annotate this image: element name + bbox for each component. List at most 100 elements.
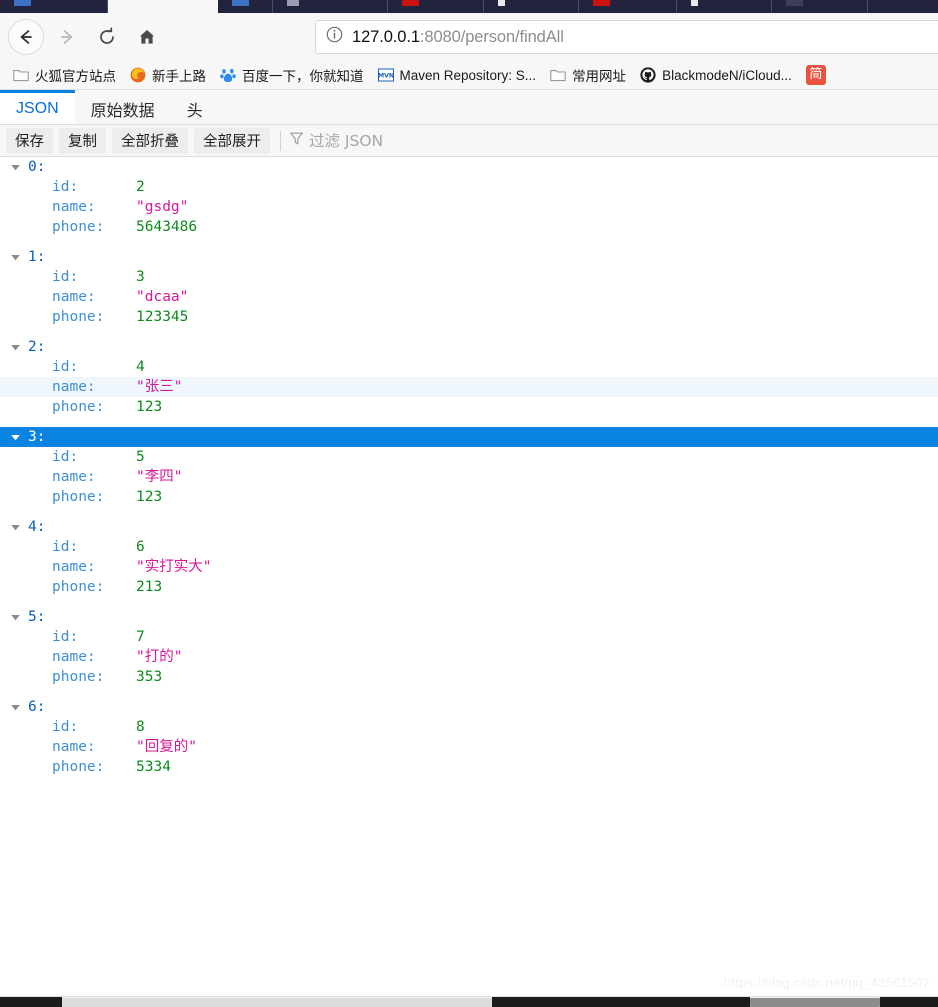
json-property-row[interactable]: id: 6 — [0, 537, 938, 557]
json-viewer-tab-headers[interactable]: 头 — [171, 90, 219, 124]
json-tree-panel[interactable]: 0: id: 2 name: "gsdg" phone: 5643486 1: id: 3 name… — [0, 157, 938, 996]
triangle-down-icon[interactable] — [10, 162, 25, 173]
json-property-row[interactable]: phone: 5334 — [0, 757, 938, 777]
browser-tab[interactable] — [579, 0, 677, 13]
triangle-down-icon[interactable] — [10, 702, 25, 713]
json-property-value: "李四" — [136, 469, 183, 485]
tab-favicon — [593, 0, 610, 6]
json-index-row[interactable]: 2: — [0, 337, 938, 357]
row-spacer — [0, 777, 938, 787]
filter-json-field[interactable] — [289, 131, 938, 151]
browser-tab[interactable] — [772, 0, 868, 13]
triangle-down-icon[interactable] — [10, 522, 25, 533]
json-property-value: 5 — [136, 449, 145, 465]
browser-tab[interactable] — [484, 0, 579, 13]
json-property-row[interactable]: phone: 213 — [0, 577, 938, 597]
info-circle-icon[interactable] — [326, 26, 343, 48]
json-property-row[interactable]: name: "李四" — [0, 467, 938, 487]
json-property-key: name: — [52, 199, 96, 215]
json-property-row[interactable]: phone: 353 — [0, 667, 938, 687]
json-index-label: 6: — [28, 699, 46, 715]
json-property-row[interactable]: id: 5 — [0, 447, 938, 467]
reload-button[interactable] — [90, 20, 124, 54]
browser-tab-strip[interactable] — [0, 0, 938, 13]
json-index-row[interactable]: 3: — [0, 427, 938, 447]
firefox-icon — [130, 67, 146, 83]
json-property-row[interactable]: phone: 123 — [0, 487, 938, 507]
scrollbar-track-end — [880, 997, 938, 1007]
filter-json-input[interactable] — [309, 131, 509, 150]
browser-tab[interactable] — [0, 0, 108, 13]
browser-tab[interactable] — [218, 0, 273, 13]
browser-tab[interactable] — [388, 0, 484, 13]
triangle-down-icon[interactable] — [10, 252, 25, 263]
triangle-down-icon[interactable] — [10, 432, 25, 443]
triangle-down-icon[interactable] — [10, 342, 25, 353]
address-bar-text: 127.0.0.1:8080/person/findAll — [352, 28, 564, 47]
bookmark-item[interactable]: 火狐官方站点 — [8, 64, 121, 86]
json-index-row[interactable]: 4: — [0, 517, 938, 537]
url-path: :8080/person/findAll — [419, 27, 564, 46]
arrow-left-icon — [20, 30, 32, 44]
home-button[interactable] — [130, 20, 164, 54]
browser-navigation-toolbar: 127.0.0.1:8080/person/findAll — [0, 13, 938, 61]
json-property-row[interactable]: name: "gsdg" — [0, 197, 938, 217]
json-property-key: id: — [52, 719, 79, 735]
scrollbar-track-right — [492, 997, 750, 1007]
copy-button[interactable]: 复制 — [59, 127, 106, 154]
browser-tab[interactable] — [273, 0, 388, 13]
bookmark-item[interactable]: BlackmodeN/iCloud... — [635, 64, 797, 86]
json-property-value: 5643486 — [136, 219, 198, 235]
json-index-label: 5: — [28, 609, 46, 625]
json-index-row[interactable]: 1: — [0, 247, 938, 267]
json-property-row[interactable]: name: "张三" — [0, 377, 938, 397]
json-property-row[interactable]: name: "实打实大" — [0, 557, 938, 577]
json-index-label: 2: — [28, 339, 46, 355]
tab-favicon — [14, 0, 31, 6]
expand-all-button[interactable]: 全部展开 — [194, 127, 270, 154]
json-property-value: 6 — [136, 539, 145, 555]
browser-tab[interactable] — [868, 0, 938, 13]
json-property-row[interactable]: phone: 123345 — [0, 307, 938, 327]
row-spacer — [0, 417, 938, 427]
json-viewer-toolbar: 保存 复制 全部折叠 全部展开 — [0, 125, 938, 157]
json-property-row[interactable]: name: "打的" — [0, 647, 938, 667]
json-index-row[interactable]: 0: — [0, 157, 938, 177]
json-property-row[interactable]: id: 4 — [0, 357, 938, 377]
json-property-row[interactable]: phone: 5643486 — [0, 217, 938, 237]
json-index-row[interactable]: 5: — [0, 607, 938, 627]
json-viewer-tab-raw-data[interactable]: 原始数据 — [75, 90, 171, 124]
json-property-key: phone: — [52, 579, 105, 595]
triangle-down-icon[interactable] — [10, 612, 25, 623]
json-property-row[interactable]: phone: 123 — [0, 397, 938, 417]
forward-button[interactable] — [50, 20, 84, 54]
bookmark-item[interactable]: 百度一下，你就知道 — [215, 64, 369, 86]
browser-tab[interactable] — [677, 0, 772, 13]
horizontal-scrollbar[interactable] — [0, 996, 938, 1007]
json-property-row[interactable]: name: "dcaa" — [0, 287, 938, 307]
browser-tab[interactable] — [108, 0, 218, 13]
bookmark-item[interactable]: 常用网址 — [545, 64, 631, 86]
save-button[interactable]: 保存 — [6, 127, 53, 154]
json-viewer-tab-json[interactable]: JSON — [0, 90, 75, 124]
json-property-value: 7 — [136, 629, 145, 645]
bookmark-item[interactable]: MVN Maven Repository: S... — [373, 64, 542, 86]
back-button[interactable] — [8, 19, 44, 55]
json-property-row[interactable]: name: "回复的" — [0, 737, 938, 757]
watermark: https://blog.csdn.net/qq_43561507 — [723, 975, 930, 990]
bookmark-item[interactable]: 简 — [801, 64, 831, 86]
json-property-row[interactable]: id: 2 — [0, 177, 938, 197]
json-property-key: name: — [52, 559, 96, 575]
json-index-row[interactable]: 6: — [0, 697, 938, 717]
json-property-row[interactable]: id: 3 — [0, 267, 938, 287]
scrollbar-thumb[interactable] — [62, 998, 492, 1007]
scrollbar-thumb-secondary[interactable] — [750, 998, 880, 1007]
bookmark-item[interactable]: 新手上路 — [125, 64, 211, 86]
json-tree: 0: id: 2 name: "gsdg" phone: 5643486 1: id: 3 name… — [0, 157, 938, 787]
json-property-row[interactable]: id: 8 — [0, 717, 938, 737]
address-bar[interactable]: 127.0.0.1:8080/person/findAll — [315, 20, 938, 54]
json-property-value: 353 — [136, 669, 163, 685]
collapse-all-button[interactable]: 全部折叠 — [112, 127, 188, 154]
row-spacer — [0, 687, 938, 697]
json-property-row[interactable]: id: 7 — [0, 627, 938, 647]
